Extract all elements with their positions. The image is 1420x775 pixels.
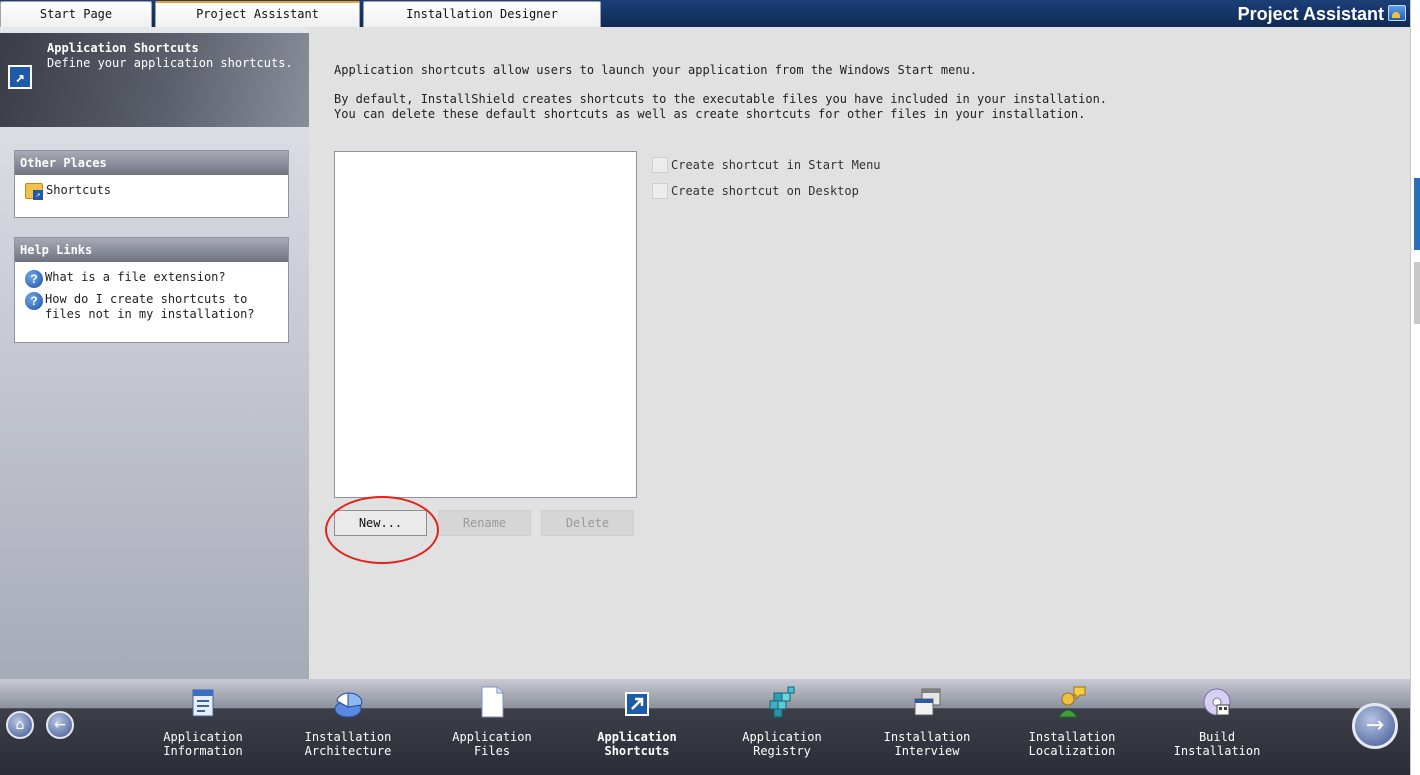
shortcuts-folder-icon (25, 183, 43, 200)
sidebar-header-subtitle: Define your application shortcuts. (47, 56, 293, 70)
rename-button[interactable]: Rename (438, 510, 531, 536)
shortcut-arrow-icon: ↗ (8, 65, 32, 89)
start-menu-checkbox[interactable] (652, 157, 668, 173)
step-label: Installation Architecture (304, 730, 392, 758)
start-menu-checkbox-label: Create shortcut in Start Menu (671, 158, 881, 172)
bottom-navigation: ⌂ ← Application Information Installation… (0, 679, 1410, 775)
home-button[interactable]: ⌂ (6, 711, 34, 739)
help-link-file-extension[interactable]: ? What is a file extension? (25, 270, 288, 288)
step-label: Application Shortcuts (597, 730, 677, 758)
step-label: Installation Interview (883, 730, 971, 758)
help-links-panel: Help Links ? What is a file extension? ?… (14, 237, 289, 343)
tabbar-title: Project Assistant (1237, 4, 1384, 24)
other-places-item-shortcuts[interactable]: Shortcuts (25, 183, 288, 200)
other-places-panel: Other Places Shortcuts (14, 150, 289, 218)
delete-button[interactable]: Delete (541, 510, 634, 536)
application-shortcuts-icon (625, 692, 649, 716)
installation-localization-icon (1058, 686, 1086, 718)
sidebar: ↗ Application Shortcuts Define your appl… (0, 27, 309, 679)
step-application-files[interactable]: Application Files (427, 679, 557, 775)
other-places-title: Other Places (15, 151, 288, 175)
installation-interview-icon (914, 688, 941, 716)
step-label: Application Files (452, 730, 532, 758)
step-build-installation[interactable]: Build Installation (1152, 679, 1282, 775)
step-application-information[interactable]: Application Information (138, 679, 268, 775)
help-icon: ? (25, 292, 43, 310)
tab-installation-designer[interactable]: Installation Designer (363, 1, 601, 27)
step-installation-interview[interactable]: Installation Interview (862, 679, 992, 775)
desktop-checkbox-row[interactable]: Create shortcut on Desktop (652, 183, 859, 199)
help-link-label: How do I create shortcuts to files not i… (45, 292, 255, 321)
sidebar-header: ↗ Application Shortcuts Define your appl… (0, 33, 309, 127)
tab-start-page[interactable]: Start Page (0, 1, 152, 27)
installation-architecture-icon (334, 692, 363, 718)
step-application-registry[interactable]: Application Registry (717, 679, 847, 775)
step-application-shortcuts[interactable]: Application Shortcuts (572, 679, 702, 775)
step-installation-architecture[interactable]: Installation Architecture (283, 679, 413, 775)
application-information-icon (192, 689, 214, 717)
help-link-create-shortcuts[interactable]: ? How do I create shortcuts to files not… (25, 292, 288, 322)
application-registry-icon (769, 686, 795, 718)
desktop-checkbox-label: Create shortcut on Desktop (671, 184, 859, 198)
project-assistant-icon (1388, 5, 1406, 21)
sidebar-header-title: Application Shortcuts (47, 41, 199, 55)
window-edge (1410, 0, 1420, 775)
step-installation-localization[interactable]: Installation Localization (1007, 679, 1137, 775)
tab-project-assistant[interactable]: Project Assistant (155, 1, 360, 27)
main-content: Application shortcuts allow users to lau… (309, 27, 1410, 679)
application-files-icon (481, 686, 504, 718)
help-links-title: Help Links (15, 238, 288, 262)
description-text: Application shortcuts allow users to lau… (334, 63, 977, 77)
tab-bar: Start Page Project Assistant Installatio… (0, 0, 1410, 27)
help-link-label: What is a file extension? (45, 270, 226, 284)
desktop-checkbox[interactable] (652, 183, 668, 199)
step-label: Application Registry (742, 730, 822, 758)
step-label: Build Installation (1173, 730, 1261, 758)
highlight-circle (325, 496, 439, 564)
back-button[interactable]: ← (46, 711, 74, 739)
help-icon: ? (25, 270, 43, 288)
step-label: Application Information (163, 730, 243, 758)
shortcuts-list[interactable] (334, 151, 637, 498)
description-text-default: By default, InstallShield creates shortc… (334, 92, 1108, 121)
step-label: Installation Localization (1028, 730, 1116, 758)
other-places-item-label: Shortcuts (46, 183, 112, 197)
build-installation-icon (1203, 688, 1231, 716)
start-menu-checkbox-row[interactable]: Create shortcut in Start Menu (652, 157, 881, 173)
next-button[interactable]: → (1352, 703, 1398, 749)
